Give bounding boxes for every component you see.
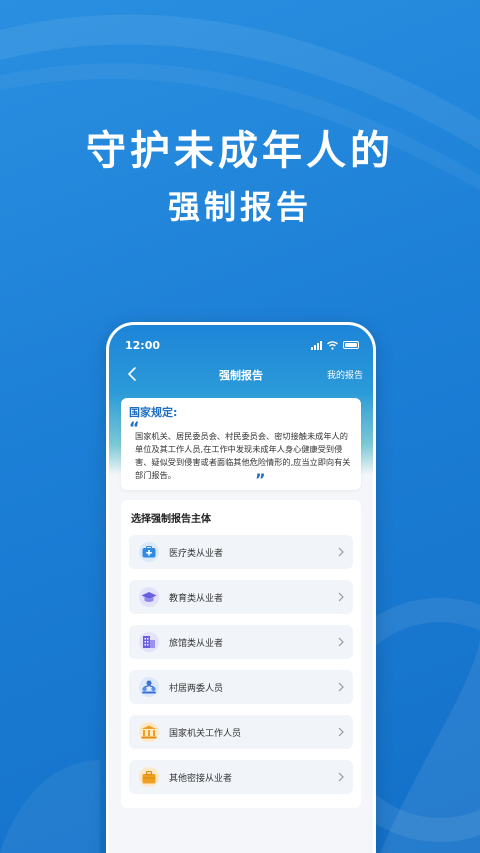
medical-kit-icon xyxy=(139,542,159,562)
list-item-education[interactable]: 教育类从业者 xyxy=(129,580,353,614)
reporter-type-list: 医疗类从业者 教育类从业者 旅馆类从业者 村居两委人员 国家机关工作人员 其他密… xyxy=(129,535,353,794)
chevron-right-icon xyxy=(338,637,344,647)
list-item-government-staff[interactable]: 国家机关工作人员 xyxy=(129,715,353,749)
list-item-label: 教育类从业者 xyxy=(169,593,224,604)
open-quote-mark: “ xyxy=(129,418,140,437)
my-reports-link[interactable]: 我的报告 xyxy=(327,368,363,381)
close-quote-mark: ” xyxy=(255,470,266,489)
list-item-village-committee[interactable]: 村居两委人员 xyxy=(129,670,353,704)
chevron-right-icon xyxy=(338,547,344,557)
people-group-icon xyxy=(139,677,159,697)
chevron-right-icon xyxy=(338,727,344,737)
status-time: 12:00 xyxy=(125,338,161,352)
list-item-other-contacts[interactable]: 其他密接从业者 xyxy=(129,760,353,794)
hotel-building-icon xyxy=(139,632,159,652)
list-item-label: 旅馆类从业者 xyxy=(169,638,224,649)
panel-title: 选择强制报告主体 xyxy=(131,514,211,525)
briefcase-icon xyxy=(139,767,159,787)
list-item-label: 村居两委人员 xyxy=(169,683,224,694)
chevron-right-icon xyxy=(338,682,344,692)
list-item-label: 其他密接从业者 xyxy=(169,773,233,784)
notice-title: 国家规定: xyxy=(129,406,178,419)
battery-icon xyxy=(343,341,359,349)
list-item-label: 国家机关工作人员 xyxy=(169,728,242,739)
headline-line-2: 强制报告 xyxy=(167,188,312,226)
wifi-icon xyxy=(327,340,338,350)
signal-icon xyxy=(311,340,322,350)
reporter-type-panel: 选择强制报告主体 医疗类从业者 教育类从业者 旅馆类从业者 村居两委人员 国家机… xyxy=(121,500,361,808)
status-bar: 12:00 xyxy=(125,337,359,353)
chevron-right-icon xyxy=(338,592,344,602)
notice-text: 国家机关、居民委员会、村民委员会、密切接触未成年人的单位及其工作人员,在工作中发… xyxy=(135,431,351,480)
chevron-right-icon xyxy=(338,772,344,782)
regulation-notice: 国家规定: “ 国家机关、居民委员会、村民委员会、密切接触未成年人的单位及其工作… xyxy=(121,398,361,490)
graduation-cap-icon xyxy=(139,587,159,607)
list-item-hotel[interactable]: 旅馆类从业者 xyxy=(129,625,353,659)
phone-mockup: 12:00 强制报告 我的报告 国家规定: “ 国家机关、居民委员会、村民委员会… xyxy=(106,322,376,853)
nav-bar: 强制报告 我的报告 xyxy=(109,363,373,387)
list-item-label: 医疗类从业者 xyxy=(169,548,224,559)
list-item-medical[interactable]: 医疗类从业者 xyxy=(129,535,353,569)
headline-line-1: 守护未成年人的 xyxy=(86,128,394,174)
government-building-icon xyxy=(139,722,159,742)
